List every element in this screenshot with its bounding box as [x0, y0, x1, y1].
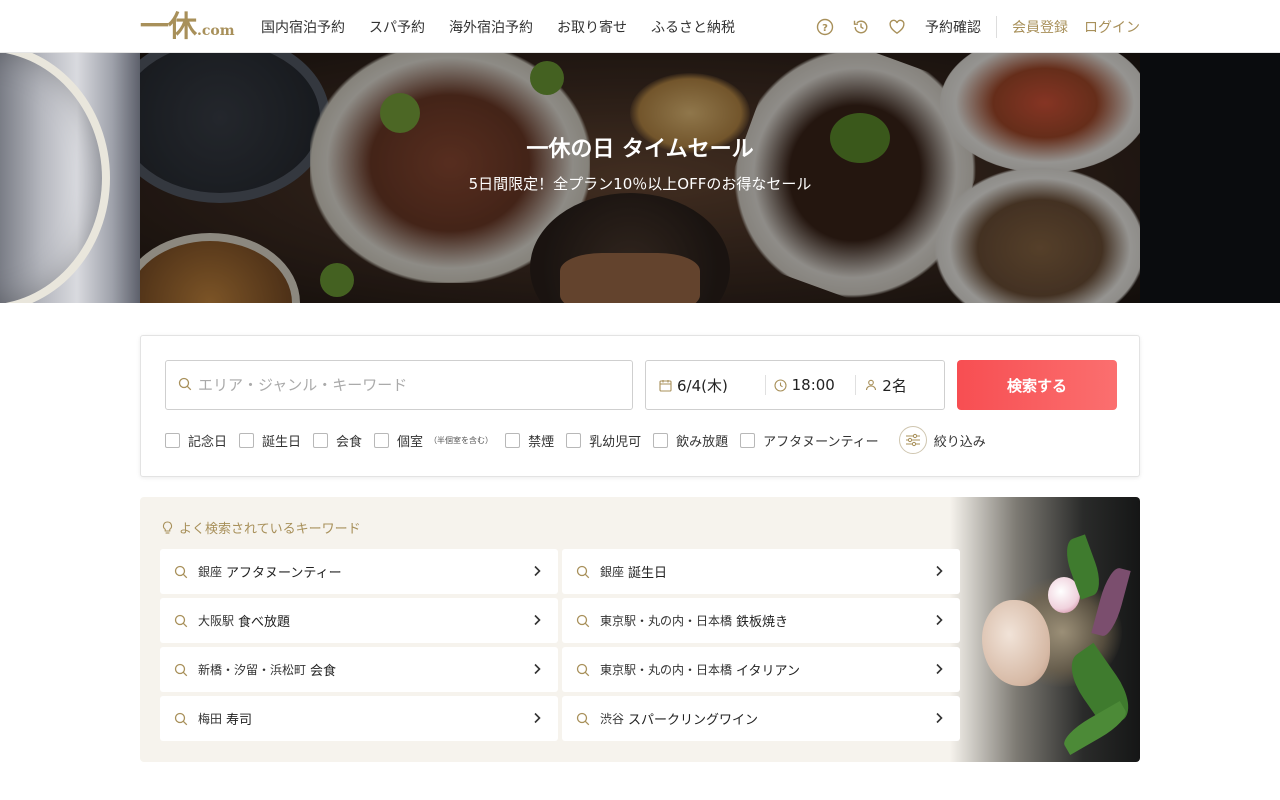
svg-text:?: ?: [822, 23, 828, 34]
filter-checkboxes: 記念日 誕生日 会食 個室 （半個室を含む） 禁煙 乳幼児可 飲み放題 アフタヌー…: [165, 426, 986, 454]
keyword-link[interactable]: 東京駅・丸の内・日本橋 鉄板焼き: [562, 598, 960, 643]
search-icon: [576, 663, 590, 676]
chevron-right-icon: [936, 663, 943, 675]
keyword-link[interactable]: 渋谷 スパークリングワイン: [562, 696, 960, 741]
checkbox-afternoon-tea[interactable]: アフタヌーンティー: [740, 431, 879, 450]
keyword-link[interactable]: 梅田 寿司: [160, 696, 558, 741]
filter-label: 絞り込み: [933, 434, 986, 450]
panel-food-photo: [950, 497, 1140, 762]
search-panel: 6/4(木) 18:00 2名 検索する 記念日 誕生日 会食 個室（半個室を含…: [140, 335, 1140, 477]
checkbox-birthday[interactable]: 誕生日: [239, 431, 301, 450]
search-button[interactable]: 検索する: [957, 360, 1117, 410]
hero-food-image: 一休の日 タイムセール 5日間限定！全プラン10％以上OFFのお得なセール: [140, 53, 1140, 303]
clock-icon: [774, 378, 787, 392]
checkbox-private-room[interactable]: 個室 （半個室を含む）: [374, 431, 493, 450]
help-icon[interactable]: ?: [815, 17, 835, 37]
keyword-link[interactable]: 新橋・汐留・浜松町 会食: [160, 647, 558, 692]
nav-item-spa[interactable]: スパ予約: [369, 17, 425, 37]
search-icon: [576, 712, 590, 725]
keyword-link[interactable]: 銀座 アフタヌーンティー: [160, 549, 558, 594]
chevron-right-icon: [534, 614, 541, 626]
utility-nav: ? 予約確認 会員登録 ログイン: [815, 0, 1140, 53]
lightbulb-icon: [162, 520, 173, 534]
checkbox-business-dinner[interactable]: 会食: [313, 431, 362, 450]
chevron-right-icon: [534, 712, 541, 724]
search-icon: [174, 663, 188, 676]
filter-button[interactable]: 絞り込み: [898, 426, 986, 454]
calendar-icon: [659, 379, 672, 392]
history-icon[interactable]: [851, 17, 871, 37]
popular-keywords-title: よく検索されているキーワード: [179, 522, 361, 537]
nav-item-furusato[interactable]: ふるさと納税: [651, 17, 735, 37]
hero-subtitle: 5日間限定！全プラン10％以上OFFのお得なセール: [468, 175, 812, 193]
keyword-link[interactable]: 大阪駅 食べ放題: [160, 598, 558, 643]
chevron-right-icon: [936, 565, 943, 577]
hero-banner[interactable]: 一休の日 タイムセール 5日間限定！全プラン10％以上OFFのお得なセール: [0, 53, 1280, 303]
hero-side-image: [0, 53, 140, 303]
search-icon: [174, 565, 188, 578]
checkbox-all-you-can-drink[interactable]: 飲み放題: [653, 431, 728, 450]
keyword-search-input[interactable]: [198, 376, 618, 394]
guest-value: 2名: [882, 376, 907, 395]
keyword-link[interactable]: 東京駅・丸の内・日本橋 イタリアン: [562, 647, 960, 692]
logo-suffix: .com: [197, 23, 235, 39]
search-icon: [178, 376, 192, 395]
popular-keywords-panel: よく検索されているキーワード 銀座 アフタヌーンティー 銀座 誕生日 大阪駅 食べ放題…: [140, 497, 1140, 762]
heart-icon[interactable]: [887, 17, 907, 37]
nav-item-otoriyose[interactable]: お取り寄せ: [557, 17, 627, 37]
date-value: 6/4(木): [677, 376, 728, 395]
nav-item-hotel[interactable]: 国内宿泊予約: [261, 17, 345, 37]
search-icon: [174, 614, 188, 627]
ikyu-logo[interactable]: 一休 .com: [140, 9, 235, 43]
reservation-check-link[interactable]: 予約確認: [925, 17, 981, 37]
popular-keywords-heading: よく検索されているキーワード: [162, 518, 361, 537]
checkbox-anniversary[interactable]: 記念日: [165, 431, 227, 450]
chevron-right-icon: [534, 663, 541, 675]
search-icon: [174, 712, 188, 725]
logo-kanji: 一休: [140, 9, 197, 43]
filter-icon: [898, 426, 927, 454]
checkbox-non-smoking[interactable]: 禁煙: [505, 431, 554, 450]
site-header: 一休 .com 国内宿泊予約 スパ予約 海外宿泊予約 お取り寄せ ふるさと納税 …: [0, 0, 1280, 53]
search-icon: [576, 565, 590, 578]
login-link[interactable]: ログイン: [1084, 17, 1140, 37]
chevron-right-icon: [534, 565, 541, 577]
guest-selector[interactable]: 2名: [856, 360, 944, 410]
checkbox-infants-ok[interactable]: 乳幼児可: [566, 431, 641, 450]
main-nav: 国内宿泊予約 スパ予約 海外宿泊予約 お取り寄せ ふるさと納税: [261, 0, 759, 53]
search-icon: [576, 614, 590, 627]
header-divider: [996, 15, 997, 38]
hero-title: 一休の日 タイムセール: [526, 137, 754, 162]
chevron-right-icon: [936, 614, 943, 626]
time-selector[interactable]: 18:00: [766, 360, 856, 410]
person-icon: [866, 379, 877, 391]
reservation-conditions: 6/4(木) 18:00 2名: [645, 360, 945, 410]
nav-item-overseas[interactable]: 海外宿泊予約: [449, 17, 533, 37]
time-value: 18:00: [791, 376, 835, 394]
date-selector[interactable]: 6/4(木): [646, 360, 765, 410]
keyword-search-field[interactable]: [165, 360, 633, 410]
chevron-right-icon: [936, 712, 943, 724]
keyword-link[interactable]: 銀座 誕生日: [562, 549, 960, 594]
register-link[interactable]: 会員登録: [1012, 17, 1068, 37]
